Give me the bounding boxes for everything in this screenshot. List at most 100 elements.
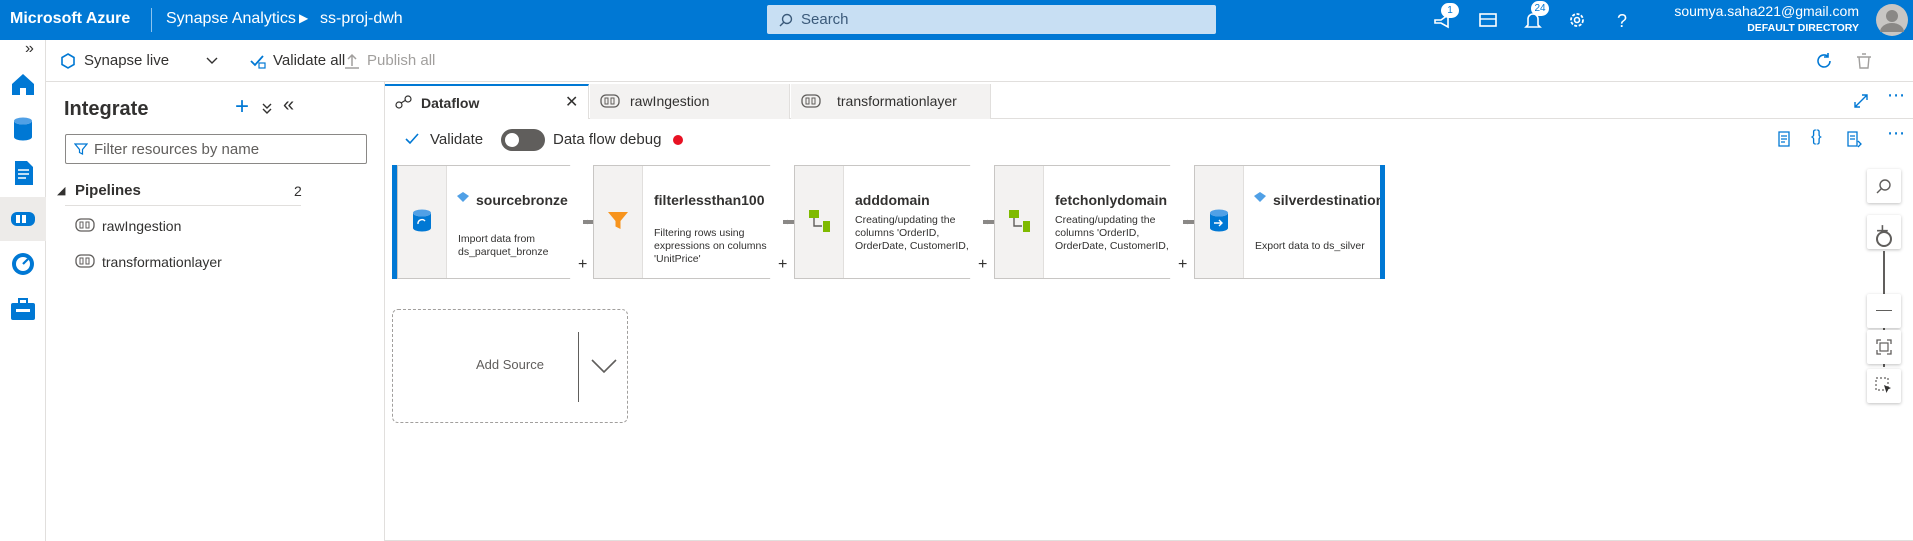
flow-node-fetchonlydomain[interactable]: fetchonlydomain Creating/updating the co… — [994, 165, 1188, 279]
resource-panel: Integrate + « Filter resources by name ◢… — [47, 82, 385, 541]
search-box[interactable]: Search — [767, 5, 1216, 34]
chevron-down-icon[interactable] — [590, 357, 618, 375]
divider — [151, 8, 152, 32]
add-transform-icon[interactable]: + — [978, 256, 987, 274]
synapse-studio: Microsoft Azure Synapse Analytics ▶ ss-p… — [0, 0, 1913, 541]
flow-node-adddomain[interactable]: adddomain Creating/updating the columns … — [794, 165, 988, 279]
properties-icon[interactable] — [1845, 130, 1863, 148]
add-transform-icon[interactable]: + — [1178, 256, 1187, 274]
add-source-box[interactable]: Add Source — [392, 309, 628, 423]
group-label[interactable]: Pipelines — [75, 182, 141, 199]
collapse-all-icon[interactable] — [261, 101, 273, 115]
pipeline-icon — [801, 94, 821, 108]
chevron-down-icon[interactable] — [206, 56, 218, 66]
zoom-slider-thumb[interactable] — [1876, 231, 1892, 247]
caret-expanded-icon[interactable]: ◢ — [57, 184, 65, 197]
filter-input[interactable]: Filter resources by name — [65, 134, 367, 164]
user-email[interactable]: soumya.saha221@gmail.com — [1674, 3, 1859, 19]
canvas-search-button[interactable] — [1867, 169, 1901, 203]
more-icon[interactable]: ⋯ — [1887, 85, 1905, 106]
group-count: 2 — [294, 183, 302, 199]
add-resource-icon[interactable]: + — [235, 93, 249, 121]
fit-to-screen-button[interactable] — [1867, 330, 1901, 364]
dataflow-canvas[interactable]: sourcebronze Import data from ds_parquet… — [385, 159, 1913, 541]
portal-icon[interactable] — [1474, 6, 1502, 34]
avatar[interactable] — [1875, 3, 1909, 37]
node-description: Creating/updating the columns 'OrderID, … — [855, 214, 969, 252]
settings-icon[interactable] — [1563, 6, 1591, 34]
workspace-name[interactable]: ss-proj-dwh — [320, 10, 403, 28]
divider — [65, 205, 301, 206]
tab-label: Dataflow — [421, 95, 480, 111]
flow-node-sourcebronze[interactable]: sourcebronze Import data from ds_parquet… — [397, 165, 588, 279]
checkmark-icon — [405, 133, 419, 145]
product-name[interactable]: Synapse Analytics — [166, 10, 296, 28]
node-description: Export data to ds_silver — [1255, 240, 1365, 252]
left-rail: » — [0, 40, 46, 541]
dataflow-toolbar: Validate Data flow debug {} ⋯ — [385, 119, 1913, 159]
node-name: adddomain — [855, 192, 930, 208]
tab-label: rawIngestion — [630, 93, 710, 109]
node-icon-box — [995, 166, 1044, 278]
add-transform-icon[interactable]: + — [778, 256, 787, 274]
filter-placeholder: Filter resources by name — [94, 141, 260, 158]
debug-status-dot — [673, 135, 683, 145]
list-item-label: rawIngestion — [102, 218, 182, 234]
search-icon — [1876, 179, 1891, 194]
publish-all-button[interactable]: Publish all — [367, 52, 435, 69]
node-name: sourcebronze — [476, 192, 568, 208]
select-region-button[interactable] — [1867, 369, 1901, 403]
discard-icon[interactable] — [1854, 51, 1874, 71]
dataset-icon — [1254, 192, 1266, 202]
validate-button[interactable]: Validate — [430, 131, 483, 148]
dataflow-icon — [395, 95, 412, 109]
mode-label[interactable]: Synapse live — [84, 52, 169, 69]
refresh-icon[interactable] — [1814, 51, 1834, 71]
develop-icon[interactable] — [7, 157, 39, 189]
user-directory: DEFAULT DIRECTORY — [1747, 22, 1859, 34]
selection-bar — [1380, 165, 1385, 279]
manage-icon[interactable] — [7, 293, 39, 325]
add-transform-icon[interactable]: + — [578, 256, 587, 274]
maximize-icon[interactable] — [1853, 93, 1869, 109]
source-icon — [410, 208, 434, 234]
monitor-icon[interactable] — [7, 248, 39, 280]
debug-toggle[interactable] — [501, 129, 545, 151]
close-icon[interactable]: ✕ — [565, 92, 578, 112]
script-icon[interactable] — [1775, 130, 1793, 148]
fit-screen-icon — [1876, 339, 1892, 355]
validate-all-icon — [250, 55, 266, 69]
dataset-icon — [456, 191, 470, 203]
divider — [578, 332, 579, 402]
more-icon[interactable]: ⋯ — [1887, 123, 1905, 144]
node-description: Creating/updating the columns 'OrderID, … — [1055, 214, 1169, 252]
collapse-panel-icon[interactable]: « — [283, 94, 294, 117]
notifications-badge: 24 — [1531, 1, 1549, 16]
brand-name[interactable]: Microsoft Azure — [10, 10, 130, 28]
derived-column-icon — [1007, 208, 1033, 234]
search-placeholder: Search — [801, 11, 849, 28]
node-name: fetchonlydomain — [1055, 192, 1168, 208]
node-icon-box — [594, 166, 643, 278]
list-item[interactable]: rawIngestion — [71, 211, 301, 241]
tab-transformationlayer[interactable]: transformationlayer — [791, 84, 991, 119]
expand-rail-icon[interactable]: » — [25, 40, 34, 58]
home-icon[interactable] — [7, 68, 39, 100]
data-icon[interactable] — [7, 113, 39, 145]
zoom-out-button[interactable] — [1867, 294, 1901, 328]
tab-dataflow[interactable]: Dataflow ✕ — [385, 84, 589, 119]
chevron-right-icon: ▶ — [299, 11, 309, 25]
flow-node-silverdestination[interactable]: silverdestination Export data to ds_silv… — [1194, 165, 1384, 279]
list-item[interactable]: transformationlayer — [71, 247, 301, 277]
validate-all-button[interactable]: Validate all — [273, 52, 345, 69]
pipeline-icon — [600, 94, 620, 108]
code-icon[interactable]: {} — [1811, 128, 1822, 146]
synapse-live-icon — [61, 53, 75, 69]
node-icon-box — [795, 166, 844, 278]
tab-rawingestion[interactable]: rawIngestion — [590, 84, 790, 119]
help-icon[interactable]: ? — [1608, 6, 1636, 34]
integrate-icon[interactable] — [7, 203, 39, 235]
command-bar: Synapse live Validate all Publish all — [46, 40, 1913, 82]
pipeline-icon — [75, 254, 95, 268]
flow-node-filterlessthan100[interactable]: filterlessthan100 Filtering rows using e… — [593, 165, 788, 279]
